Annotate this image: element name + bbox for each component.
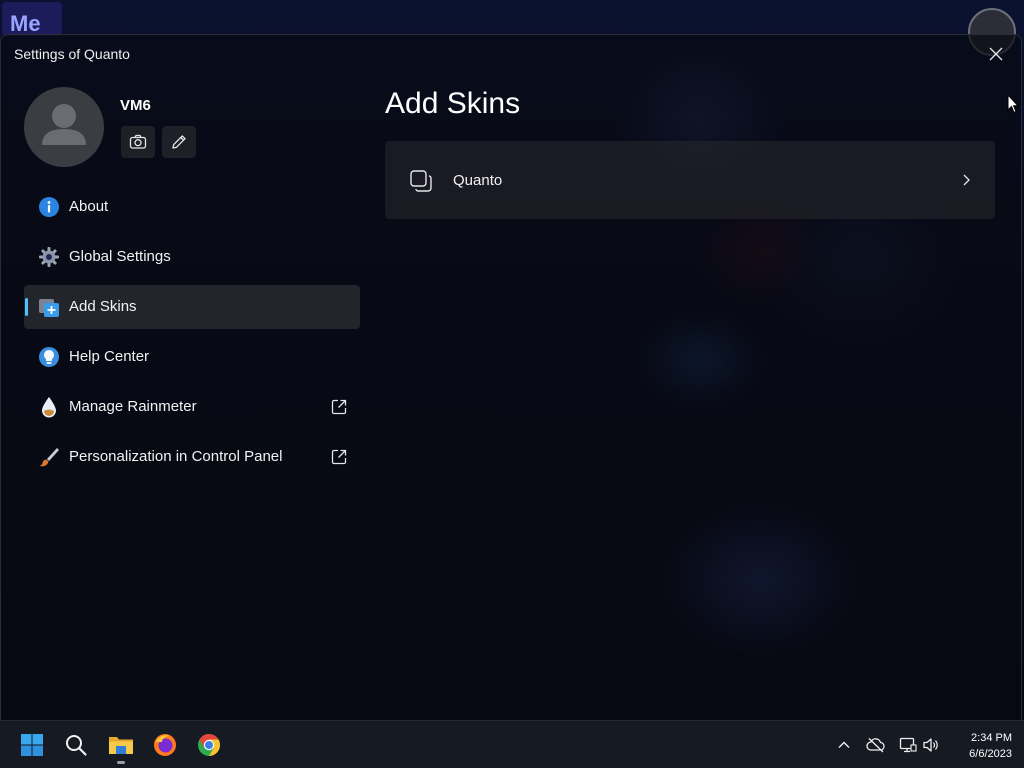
chevron-up-icon	[838, 741, 850, 748]
external-link-icon	[331, 449, 347, 465]
add-skins-icon	[39, 299, 59, 317]
page-title: Add Skins	[385, 87, 521, 120]
cloud-offline-icon	[866, 738, 885, 753]
sidebar-item-label: Manage Rainmeter	[69, 398, 197, 415]
sidebar-item-global-settings[interactable]: Global Settings	[24, 235, 360, 279]
sidebar-item-label: Personalization in Control Panel	[69, 448, 283, 465]
external-link-icon	[331, 399, 347, 415]
close-button[interactable]	[971, 35, 1021, 73]
taskbar-clock[interactable]: 2:34 PM 6/6/2023	[948, 730, 1012, 762]
settings-window: Settings of Quanto VM6 About Global Sett…	[0, 34, 1022, 720]
info-icon	[39, 197, 59, 217]
close-icon	[989, 47, 1003, 61]
chevron-right-icon	[963, 174, 970, 186]
speaker-icon	[923, 738, 938, 752]
sidebar-item-personalization[interactable]: Personalization in Control Panel	[24, 435, 360, 479]
window-title: Settings of Quanto	[14, 46, 130, 62]
skin-card-quanto[interactable]: Quanto	[385, 141, 995, 219]
lightbulb-icon	[39, 347, 59, 367]
gear-icon	[39, 247, 59, 267]
chrome-icon	[198, 734, 220, 756]
desktop-app-icon[interactable]: Me	[2, 2, 62, 36]
sidebar-item-help-center[interactable]: Help Center	[24, 335, 360, 379]
sidebar-item-manage-rainmeter[interactable]: Manage Rainmeter	[24, 385, 360, 429]
sidebar-item-add-skins[interactable]: Add Skins	[24, 285, 360, 329]
person-icon	[42, 104, 86, 145]
clock-date: 6/6/2023	[969, 748, 1012, 760]
sidebar-item-label: Global Settings	[69, 248, 171, 265]
show-hidden-icons-button[interactable]	[832, 733, 856, 757]
search-icon	[66, 735, 87, 756]
taskbar-chrome[interactable]	[193, 729, 225, 761]
taskbar-firefox[interactable]	[149, 729, 181, 761]
pencil-icon	[172, 135, 186, 149]
folder-icon	[109, 737, 133, 754]
start-button[interactable]	[16, 729, 48, 761]
network-status-button[interactable]	[896, 733, 920, 757]
network-icon	[899, 737, 917, 753]
sidebar-item-label: Add Skins	[69, 298, 137, 315]
mouse-cursor-icon	[1007, 94, 1019, 114]
clock-time: 2:34 PM	[971, 732, 1012, 744]
edit-profile-button[interactable]	[162, 126, 196, 158]
paintbrush-icon	[39, 448, 59, 467]
taskbar: 2:34 PM 6/6/2023	[0, 720, 1024, 768]
windows-logo-icon	[21, 734, 43, 756]
sidebar-item-about[interactable]: About	[24, 185, 360, 229]
sidebar-item-label: About	[69, 198, 109, 215]
onedrive-status-button[interactable]	[864, 733, 888, 757]
skin-copy-icon	[410, 170, 432, 192]
title-bar: Settings of Quanto	[1, 35, 1021, 73]
profile-name: VM6	[120, 97, 151, 114]
running-indicator	[117, 761, 125, 764]
card-label: Quanto	[453, 172, 503, 189]
sidebar-nav: About Global Settings Add Skins Help Cen…	[24, 185, 360, 485]
rainmeter-drop-icon	[42, 397, 56, 418]
firefox-icon	[154, 734, 176, 756]
profile-avatar	[24, 87, 104, 167]
volume-button[interactable]	[919, 733, 943, 757]
change-photo-button[interactable]	[121, 126, 155, 158]
sidebar-item-label: Help Center	[69, 348, 150, 365]
taskbar-file-explorer[interactable]	[105, 729, 137, 761]
search-button[interactable]	[60, 729, 92, 761]
camera-icon	[129, 134, 147, 149]
selection-indicator	[25, 298, 28, 316]
